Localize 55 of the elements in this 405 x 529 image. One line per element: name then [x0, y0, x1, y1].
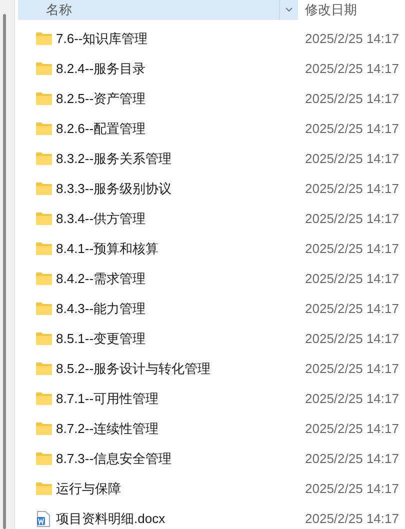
modified-date: 2025/2/25 14:17	[304, 90, 399, 108]
file-name[interactable]: 8.2.6--配置管理	[56, 118, 146, 138]
file-name[interactable]: 项目资料明细.docx	[56, 508, 166, 528]
folder-icon	[36, 152, 52, 165]
file-name[interactable]: 8.4.1--预算和核算	[56, 238, 159, 258]
file-name[interactable]: 8.5.2--服务设计与转化管理	[56, 358, 211, 378]
modified-date: 2025/2/25 14:17	[304, 60, 399, 78]
file-name[interactable]: 8.4.3--能力管理	[56, 298, 146, 318]
file-name[interactable]: 8.3.2--服务关系管理	[56, 148, 172, 168]
file-name[interactable]: 8.3.4--供方管理	[56, 208, 146, 228]
folder-icon	[36, 422, 52, 435]
document-icon	[37, 510, 50, 526]
folder-icon	[36, 212, 52, 225]
modified-date: 2025/2/25 14:17	[304, 270, 399, 288]
folder-icon	[36, 332, 52, 345]
modified-date: 2025/2/25 14:17	[304, 300, 399, 318]
caret-icon	[285, 7, 293, 12]
modified-date: 2025/2/25 14:17	[304, 330, 399, 348]
file-name[interactable]: 8.7.3--信息安全管理	[56, 448, 172, 468]
column-header[interactable]: 名称	[18, 0, 298, 20]
modified-date: 2025/2/25 14:17	[304, 30, 399, 48]
folder-icon	[36, 392, 52, 405]
file-name[interactable]: 8.7.1--可用性管理	[56, 388, 159, 408]
folder-icon	[36, 32, 52, 45]
folder-icon	[36, 362, 52, 375]
file-name[interactable]: 8.2.4--服务目录	[56, 58, 146, 78]
modified-date: 2025/2/25 14:17	[304, 390, 399, 408]
folder-icon	[36, 122, 52, 135]
modified-date: 2025/2/25 14:17	[304, 120, 399, 138]
modified-date: 2025/2/25 14:17	[304, 420, 399, 438]
column-header[interactable]: 修改日期	[298, 0, 357, 20]
folder-icon	[36, 242, 52, 255]
modified-date: 2025/2/25 14:17	[304, 210, 399, 228]
folder-icon	[36, 452, 52, 465]
scrollbar-thumb[interactable]	[3, 14, 6, 529]
file-name[interactable]: 8.7.2--连续性管理	[56, 418, 159, 438]
folder-icon	[36, 92, 52, 105]
modified-date: 2025/2/25 14:17	[304, 510, 399, 528]
modified-date: 2025/2/25 14:17	[304, 180, 399, 198]
folder-icon	[36, 182, 52, 195]
modified-date: 2025/2/25 14:17	[304, 450, 399, 468]
folder-icon	[36, 62, 52, 75]
modified-date: 2025/2/25 14:17	[304, 360, 399, 378]
modified-date: 2025/2/25 14:17	[304, 150, 399, 168]
file-name[interactable]: 8.3.3--服务级别协议	[56, 178, 172, 198]
file-name[interactable]: 7.6--知识库管理	[56, 28, 148, 48]
modified-date: 2025/2/25 14:17	[304, 240, 399, 258]
folder-icon	[36, 272, 52, 285]
file-name[interactable]: 8.5.1--变更管理	[56, 328, 146, 348]
file-name[interactable]: 8.2.5--资产管理	[56, 88, 146, 108]
modified-date: 2025/2/25 14:17	[304, 480, 399, 498]
folder-icon	[36, 482, 52, 495]
folder-icon	[36, 302, 52, 315]
file-name[interactable]: 8.4.2--需求管理	[56, 268, 146, 288]
file-name[interactable]: 运行与保障	[56, 478, 121, 498]
